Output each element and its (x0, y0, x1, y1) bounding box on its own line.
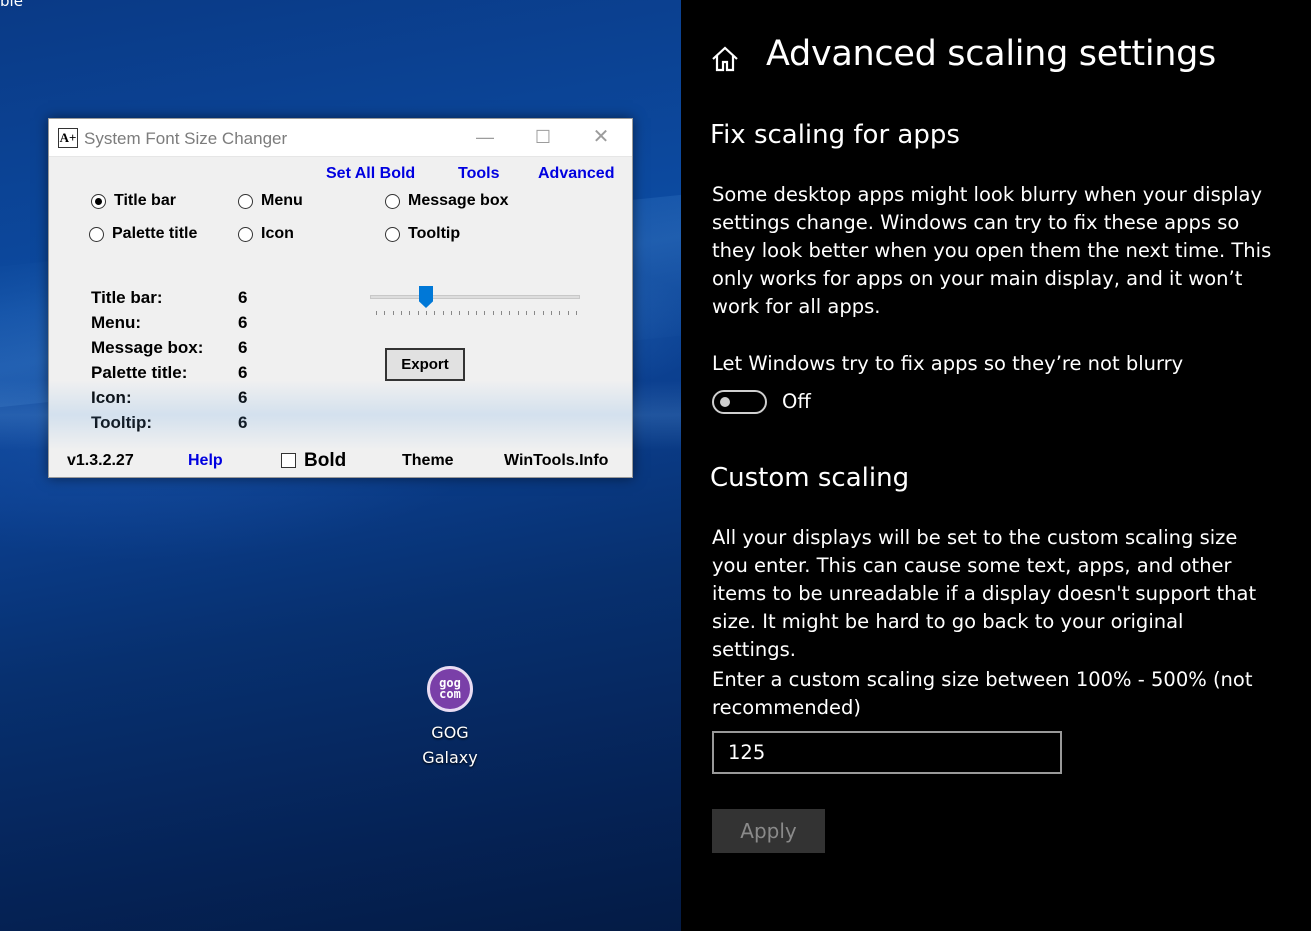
custom-scaling-input-label: Enter a custom scaling size between 100%… (712, 668, 1253, 719)
window-title: System Font Size Changer (84, 129, 288, 148)
slider-tick (501, 311, 502, 315)
radio-title-bar[interactable]: Title bar (91, 192, 176, 210)
gog-logo-bottom: com (439, 687, 461, 701)
gog-shortcut-label: GOG Galaxy (410, 720, 490, 770)
gog-logo-icon: gog com (427, 666, 473, 712)
slider-tick (576, 311, 577, 315)
radio-button (238, 193, 253, 209)
fsc-titlebar[interactable]: A+ System Font Size Changer — ☐ ✕ (49, 119, 632, 157)
help-link[interactable]: Help (188, 452, 223, 470)
radio-label: Menu (261, 192, 303, 209)
slider-tick (417, 311, 419, 315)
slider-tick (434, 311, 436, 315)
slider-tick (559, 311, 561, 315)
stat-label: Message box: (91, 338, 204, 357)
theme-button[interactable]: Theme (402, 452, 454, 470)
radio-label: Palette title (112, 225, 198, 242)
slider-tick (384, 311, 386, 315)
set-all-bold-link[interactable]: Set All Bold (326, 165, 415, 183)
bold-checkbox-label[interactable]: Bold (304, 450, 346, 472)
radio-message-box[interactable]: Message box (385, 192, 508, 210)
radio-button (91, 193, 106, 209)
radio-button (238, 226, 253, 242)
apply-button[interactable]: Apply (712, 809, 825, 853)
slider-tick (459, 311, 461, 315)
stat-value: 6 (238, 338, 248, 357)
home-icon[interactable] (710, 44, 740, 74)
slider-tick (401, 311, 402, 315)
radio-tooltip[interactable]: Tooltip (385, 225, 460, 243)
slider-tick (551, 311, 552, 315)
slider-tick (567, 311, 569, 315)
gog-galaxy-shortcut[interactable]: gog com GOG Galaxy (410, 666, 490, 770)
slider-tick (376, 311, 377, 315)
slider-tick (509, 311, 511, 315)
tools-link[interactable]: Tools (458, 165, 499, 183)
close-button[interactable]: ✕ (581, 123, 621, 151)
radio-button (385, 193, 400, 209)
radio-label: Icon (261, 225, 294, 242)
advanced-link[interactable]: Advanced (538, 165, 614, 183)
slider-tick (426, 311, 427, 315)
export-button[interactable]: Export (385, 348, 465, 381)
font-size-changer-window: A+ System Font Size Changer — ☐ ✕ Set Al… (48, 118, 633, 478)
custom-scaling-input[interactable] (712, 731, 1062, 774)
custom-scaling-heading: Custom scaling (710, 463, 910, 493)
stat-value: 6 (238, 313, 248, 332)
stat-label: Menu: (91, 313, 142, 332)
slider-tick (409, 311, 411, 315)
toggle-state-label: Off (782, 390, 811, 413)
stat-value: 6 (238, 413, 248, 432)
radio-icon[interactable]: Icon (238, 225, 294, 243)
slider-tick (534, 311, 536, 315)
desktop-corner-label: ble (0, 0, 23, 10)
radio-palette-title[interactable]: Palette title (89, 225, 197, 243)
fix-scaling-heading: Fix scaling for apps (710, 120, 960, 150)
bold-checkbox[interactable] (281, 453, 296, 468)
radio-label: Message box (408, 192, 509, 209)
slider-tick (526, 311, 527, 315)
gog-label-line2: Galaxy (422, 748, 478, 767)
stat-label: Palette title: (91, 363, 188, 382)
slider-tick (451, 311, 452, 315)
slider-tick (484, 311, 486, 315)
settings-panel: Advanced scaling settings Fix scaling fo… (681, 0, 1311, 931)
radio-button (385, 226, 400, 242)
font-size-slider-track[interactable] (370, 295, 580, 299)
radio-menu[interactable]: Menu (238, 192, 303, 210)
slider-tick (517, 311, 519, 315)
font-size-slider-thumb[interactable] (419, 286, 433, 308)
stat-value: 6 (238, 288, 248, 307)
radio-label: Title bar (114, 192, 176, 209)
slider-tick (542, 311, 544, 315)
fix-apps-toggle[interactable] (712, 390, 767, 414)
slider-tick (476, 311, 477, 315)
stat-label: Icon: (91, 388, 132, 407)
maximize-button[interactable]: ☐ (523, 123, 563, 151)
stat-label: Title bar: (91, 288, 163, 307)
slider-tick (467, 311, 469, 315)
stat-value: 6 (238, 388, 248, 407)
minimize-button[interactable]: — (465, 123, 505, 151)
slider-ticks (376, 311, 577, 315)
fix-scaling-description: Some desktop apps might look blurry when… (712, 183, 1272, 318)
stat-value: 6 (238, 363, 248, 382)
wintools-link[interactable]: WinTools.Info (504, 452, 608, 470)
slider-tick (492, 311, 494, 315)
radio-button (89, 226, 104, 242)
custom-scaling-description: All your displays will be set to the cus… (712, 526, 1257, 661)
slider-tick (392, 311, 394, 315)
stat-label: Tooltip: (91, 413, 153, 432)
desktop: ble gog com GOG Galaxy A+ System Font Siz… (0, 0, 681, 931)
slider-tick (442, 311, 444, 315)
app-font-icon: A+ (58, 128, 78, 148)
page-title: Advanced scaling settings (766, 34, 1216, 74)
version-label: v1.3.2.27 (67, 452, 134, 469)
fix-apps-toggle-label: Let Windows try to fix apps so they’re n… (712, 352, 1184, 375)
gog-label-line1: GOG (431, 723, 469, 742)
radio-label: Tooltip (408, 225, 461, 242)
